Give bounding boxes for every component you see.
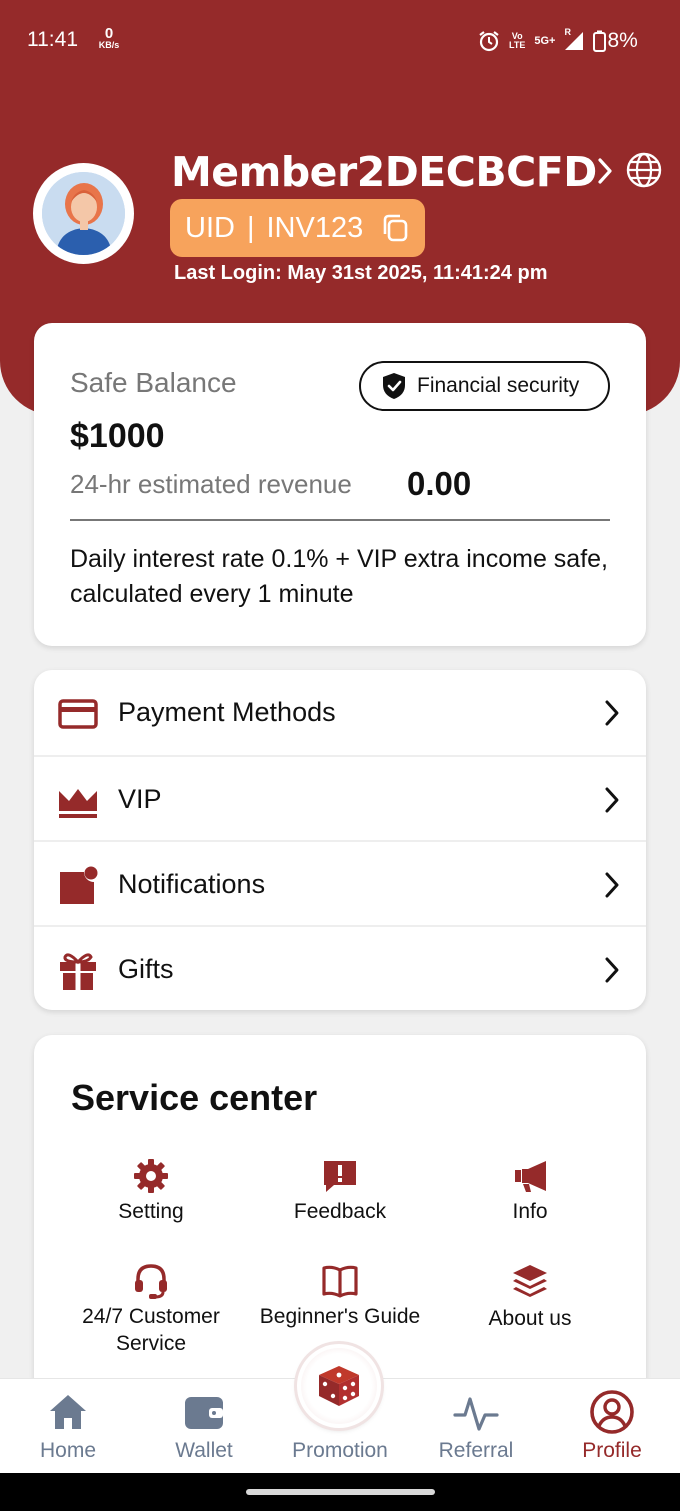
shield-check-icon: [383, 373, 405, 399]
user-circle-icon: [590, 1390, 634, 1434]
card-icon: [58, 699, 98, 729]
battery-level: 8%: [607, 29, 638, 52]
divider: [70, 519, 610, 521]
network-type: 5G+: [534, 34, 556, 47]
safe-balance-card: Safe Balance Financial security $1000 24…: [34, 323, 646, 646]
service-customer-service[interactable]: 24/7 Customer Service: [56, 1263, 246, 1357]
menu-item-label: Payment Methods: [118, 697, 336, 727]
battery-icon: [593, 30, 607, 52]
nav-home[interactable]: Home: [0, 1379, 136, 1474]
layers-icon: [513, 1265, 547, 1297]
book-icon: [322, 1265, 358, 1298]
menu-item-label: Notifications: [118, 869, 266, 899]
safe-balance-label: Safe Balance: [70, 367, 237, 398]
avatar[interactable]: [33, 163, 134, 264]
activity-icon: [453, 1397, 499, 1431]
promotion-button[interactable]: [297, 1344, 381, 1428]
alarm-icon: [479, 31, 499, 52]
last-login: Last Login: May 31st 2025, 11:41:24 pm: [174, 262, 548, 284]
service-setting[interactable]: Setting: [56, 1158, 246, 1225]
nav-profile[interactable]: Profile: [544, 1379, 680, 1474]
gift-icon: [60, 953, 96, 990]
balance-amount: $1000: [70, 417, 165, 455]
chevron-right-icon: [605, 787, 619, 813]
service-label: About us: [488, 1307, 572, 1330]
globe-icon[interactable]: [625, 151, 663, 189]
service-feedback[interactable]: Feedback: [245, 1158, 435, 1225]
nav-label: Promotion: [292, 1439, 388, 1462]
chevron-right-icon: [605, 700, 619, 726]
service-label: Beginner's Guide: [259, 1305, 421, 1328]
notification-icon: [60, 866, 98, 904]
wallet-icon: [185, 1397, 223, 1429]
signal-icon: R: [564, 27, 584, 52]
volte-indicator: Vo LTE: [509, 31, 526, 50]
nav-label: Profile: [582, 1439, 642, 1462]
promotion-button-inner: [301, 1348, 377, 1424]
revenue-label: 24-hr estimated revenue: [70, 469, 352, 499]
service-label: Setting: [118, 1200, 184, 1223]
menu-item-label: VIP: [118, 784, 162, 814]
service-center-title: Service center: [71, 1077, 318, 1118]
menu-item-vip[interactable]: VIP: [34, 755, 646, 840]
menu-item-payment-methods[interactable]: Payment Methods: [34, 670, 646, 755]
nav-label: Home: [39, 1439, 97, 1462]
menu-item-notifications[interactable]: Notifications: [34, 840, 646, 925]
home-icon: [50, 1395, 86, 1429]
headset-icon: [135, 1264, 167, 1299]
username[interactable]: Member2DECBCFD: [171, 148, 597, 196]
chevron-right-icon: [605, 872, 619, 898]
status-indicators: Vo LTE 5G+ R 8%: [478, 26, 638, 56]
crown-icon: [59, 789, 97, 818]
status-time: 11:41: [27, 28, 78, 51]
service-center-card: Service center Setting Feedback Info 24/…: [34, 1035, 646, 1395]
megaphone-icon: [515, 1161, 546, 1192]
nav-label: Wallet: [175, 1439, 233, 1462]
chevron-right-icon[interactable]: [596, 157, 614, 185]
copy-icon[interactable]: [381, 213, 409, 243]
status-bar: 11:41 0 KB/s Vo LTE 5G+ R 8%: [0, 0, 680, 80]
nav-wallet[interactable]: Wallet: [136, 1379, 272, 1474]
uid-separator: |: [246, 211, 255, 244]
service-label: Info: [512, 1200, 548, 1223]
financial-security-label: Financial security: [417, 374, 580, 397]
service-label: Feedback: [293, 1200, 387, 1223]
chevron-right-icon: [605, 957, 619, 983]
nav-label: Referral: [438, 1439, 514, 1462]
interest-note: Daily interest rate 0.1% + VIP extra inc…: [70, 545, 608, 608]
service-about-us[interactable]: About us: [435, 1263, 625, 1332]
home-gesture-handle[interactable]: [246, 1489, 435, 1495]
dice-icon: [319, 1366, 359, 1406]
menu-item-gifts[interactable]: Gifts: [34, 925, 646, 1010]
service-beginners-guide[interactable]: Beginner's Guide: [245, 1263, 435, 1330]
network-speed: 0 KB/s: [98, 25, 120, 50]
uid-value: INV123: [266, 211, 364, 244]
uid-badge[interactable]: UID | INV123: [170, 199, 425, 257]
gear-icon: [134, 1159, 168, 1193]
service-label: 24/7 Customer Service: [82, 1305, 220, 1355]
feedback-icon: [324, 1161, 356, 1192]
service-info[interactable]: Info: [435, 1158, 625, 1225]
menu-item-label: Gifts: [118, 954, 174, 984]
revenue-value: 0.00: [407, 465, 472, 502]
menu-card: Payment Methods VIP Notifications Gifts: [34, 670, 646, 1010]
avatar-image: [42, 172, 125, 255]
nav-referral[interactable]: Referral: [408, 1379, 544, 1474]
financial-security-badge[interactable]: Financial security: [359, 361, 610, 411]
uid-label: UID: [185, 211, 235, 244]
